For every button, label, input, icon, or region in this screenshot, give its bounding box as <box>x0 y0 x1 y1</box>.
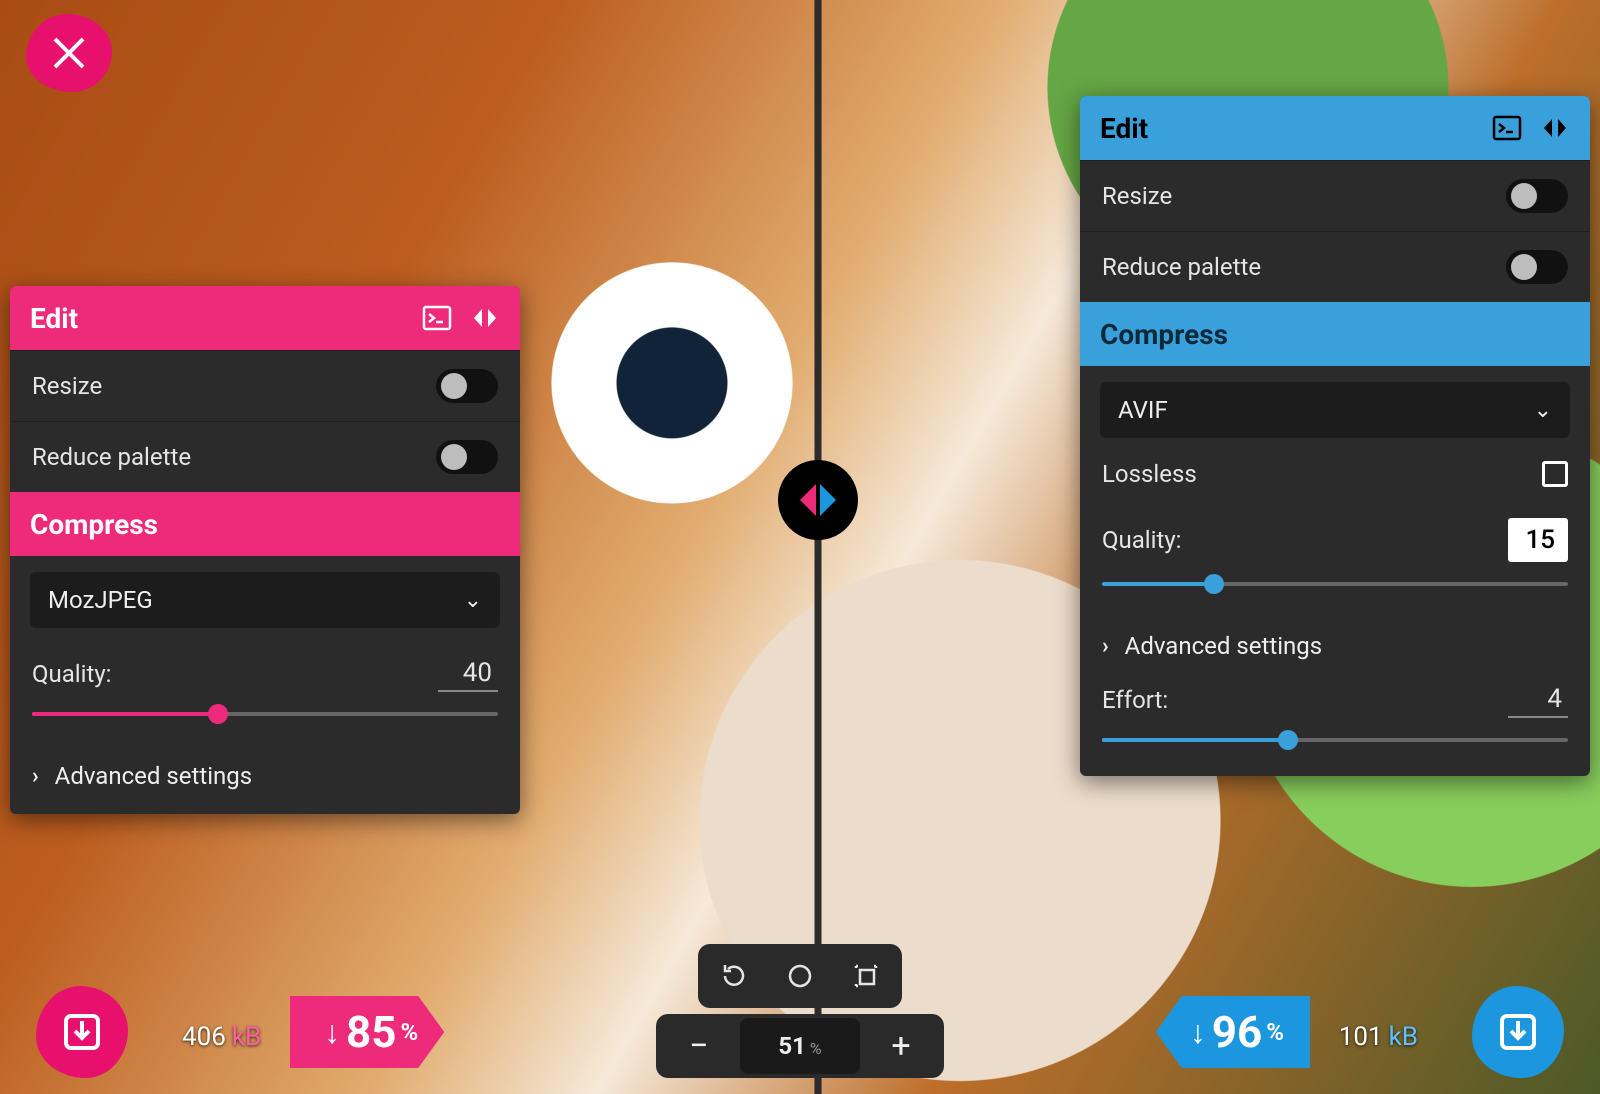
chevron-down-icon: ⌄ <box>464 588 482 613</box>
left-quality-row: Quality: 40 <box>10 644 520 696</box>
download-icon <box>59 1009 105 1055</box>
right-advanced-toggle[interactable]: › Advanced settings <box>1080 614 1590 670</box>
chevron-right-icon: › <box>1102 634 1109 659</box>
right-download-button[interactable] <box>1472 986 1564 1078</box>
left-quality-label: Quality: <box>32 660 112 688</box>
right-lossless-label: Lossless <box>1102 460 1197 488</box>
collapse-panel-icon[interactable] <box>470 303 500 333</box>
right-quality-value[interactable]: 15 <box>1508 518 1568 562</box>
right-effort-value[interactable]: 4 <box>1508 682 1568 718</box>
left-reduction-badge: ↓85% <box>290 996 444 1068</box>
right-effort-row: Effort: 4 <box>1080 670 1590 722</box>
left-resize-row: Resize <box>10 350 520 421</box>
comparison-divider-handle[interactable] <box>778 460 858 540</box>
right-quality-slider-thumb[interactable] <box>1204 574 1224 594</box>
right-resize-row: Resize <box>1080 160 1590 231</box>
split-arrows-icon <box>792 474 844 526</box>
zoom-out-button[interactable]: − <box>660 1018 738 1074</box>
right-lossless-row: Lossless <box>1080 454 1590 506</box>
right-resize-toggle[interactable] <box>1506 179 1568 213</box>
right-compress-title: Compress <box>1100 318 1228 351</box>
left-edit-header: Edit <box>10 286 520 350</box>
background-toggle-button[interactable] <box>768 948 832 1004</box>
right-options-panel: Edit Resize Reduce palette Compress AVIF… <box>1080 96 1590 776</box>
right-edit-title: Edit <box>1100 112 1148 145</box>
cli-icon[interactable] <box>422 303 452 333</box>
left-resize-toggle[interactable] <box>436 369 498 403</box>
zoom-in-button[interactable]: + <box>862 1018 940 1074</box>
circle-outline-icon <box>785 961 815 991</box>
comparison-divider[interactable] <box>815 0 821 1094</box>
right-advanced-label: Advanced settings <box>1125 632 1323 660</box>
zoom-value-field[interactable]: 51% <box>740 1018 860 1074</box>
down-arrow-icon: ↓ <box>1190 1013 1206 1051</box>
left-options-panel: Edit Resize Reduce palette Compress MozJ… <box>10 286 520 814</box>
right-reduce-palette-row: Reduce palette <box>1080 231 1590 302</box>
cli-icon[interactable] <box>1492 113 1522 143</box>
right-file-size: 101kB <box>1339 1022 1418 1052</box>
left-quality-value[interactable]: 40 <box>438 656 498 692</box>
rotate-icon <box>719 961 749 991</box>
zoom-bar: − 51% + <box>656 1014 944 1078</box>
collapse-panel-icon[interactable] <box>1540 113 1570 143</box>
right-resize-label: Resize <box>1102 182 1172 210</box>
right-effort-slider[interactable] <box>1102 728 1568 752</box>
chevron-right-icon: › <box>32 764 39 789</box>
right-effort-label: Effort: <box>1102 686 1168 714</box>
down-arrow-icon: ↓ <box>324 1013 340 1051</box>
download-icon <box>1495 1009 1541 1055</box>
right-lossless-checkbox[interactable] <box>1542 461 1568 487</box>
right-reduction-badge: ↓96% <box>1156 996 1310 1068</box>
rotate-button[interactable] <box>702 948 766 1004</box>
right-compress-header: Compress <box>1080 302 1590 366</box>
right-effort-slider-thumb[interactable] <box>1278 730 1298 750</box>
left-edit-title: Edit <box>30 302 78 335</box>
left-advanced-label: Advanced settings <box>55 762 253 790</box>
right-quality-label: Quality: <box>1102 526 1182 554</box>
chevron-down-icon: ⌄ <box>1534 398 1552 423</box>
transform-icon <box>851 961 881 991</box>
left-quality-slider[interactable] <box>32 702 498 726</box>
right-encoder-select[interactable]: AVIF ⌄ <box>1100 382 1570 438</box>
left-encoder-select[interactable]: MozJPEG ⌄ <box>30 572 500 628</box>
left-file-size: 406kB <box>182 1022 261 1052</box>
left-quality-slider-thumb[interactable] <box>208 704 228 724</box>
right-encoder-value: AVIF <box>1118 396 1168 424</box>
close-icon <box>49 33 89 73</box>
left-reduce-palette-label: Reduce palette <box>32 443 191 471</box>
left-compress-header: Compress <box>10 492 520 556</box>
transform-button[interactable] <box>834 948 898 1004</box>
left-encoder-value: MozJPEG <box>48 586 153 614</box>
left-advanced-toggle[interactable]: › Advanced settings <box>10 744 520 814</box>
right-quality-row: Quality: 15 <box>1080 506 1590 566</box>
right-reduce-palette-toggle[interactable] <box>1506 250 1568 284</box>
left-reduce-palette-toggle[interactable] <box>436 440 498 474</box>
left-reduce-palette-row: Reduce palette <box>10 421 520 492</box>
right-edit-header: Edit <box>1080 96 1590 160</box>
left-compress-title: Compress <box>30 508 158 541</box>
close-button[interactable] <box>26 14 112 92</box>
center-tool-strip <box>698 944 902 1008</box>
right-reduce-palette-label: Reduce palette <box>1102 253 1261 281</box>
left-download-button[interactable] <box>36 986 128 1078</box>
right-quality-slider[interactable] <box>1102 572 1568 596</box>
left-resize-label: Resize <box>32 372 102 400</box>
